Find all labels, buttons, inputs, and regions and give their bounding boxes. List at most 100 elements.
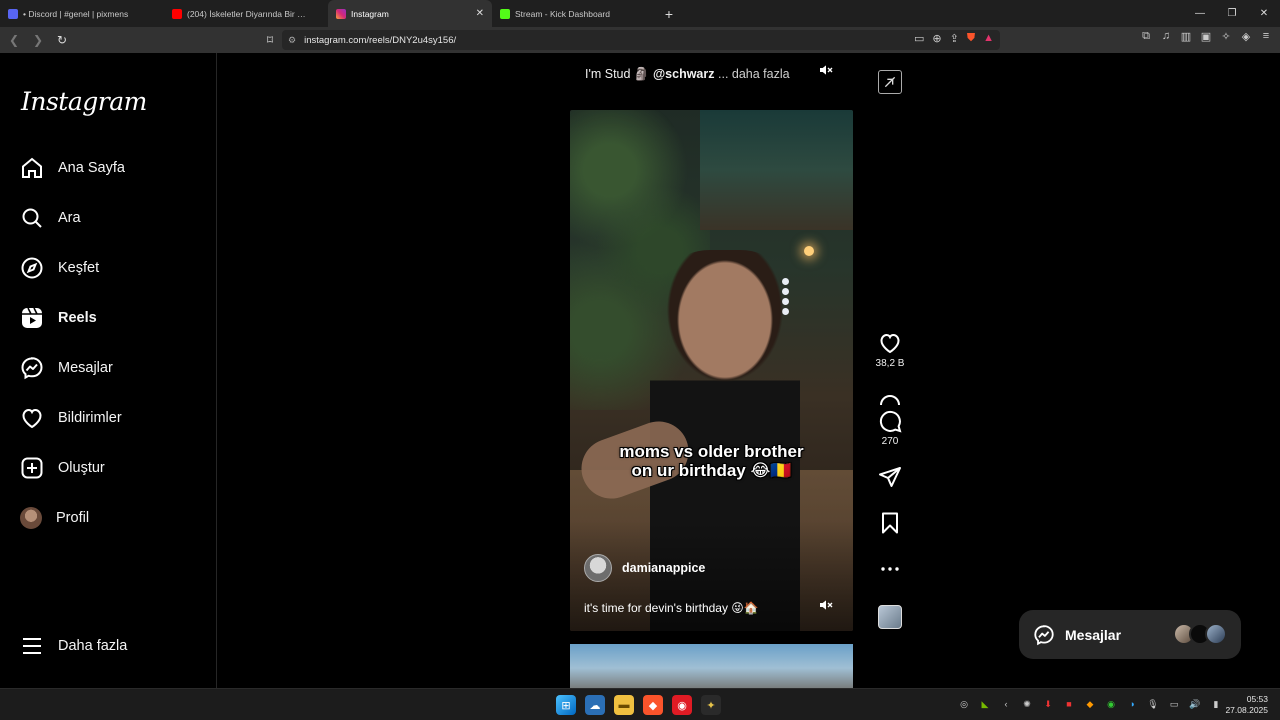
instagram-logo[interactable]: Instagram: [21, 87, 147, 116]
tray-app-icon[interactable]: ◑: [1126, 698, 1138, 710]
sidebar-item-messages[interactable]: Mesajlar: [20, 355, 113, 381]
tab-kick[interactable]: Stream - Kick Dashboard: [492, 0, 656, 27]
microphone-icon[interactable]: 🎙: [1147, 698, 1159, 710]
ellipsis-icon: [881, 567, 899, 571]
menu-icon[interactable]: ≡: [1260, 30, 1272, 43]
tray-app-icon[interactable]: ✺: [1021, 698, 1033, 710]
next-reel-preview[interactable]: [570, 644, 853, 688]
author-avatar[interactable]: [584, 554, 612, 582]
author-username[interactable]: damianappice: [622, 561, 705, 575]
tab-title: • Discord | #genel | pixmens: [23, 8, 129, 19]
reels-feed: I'm Stud 🗿 @schwarz ... daha fazla moms …: [218, 53, 1280, 688]
share-button[interactable]: [876, 465, 904, 489]
zoom-icon[interactable]: ⊕: [932, 32, 941, 45]
leo-icon[interactable]: ✧: [1220, 30, 1232, 43]
muted-speaker-icon[interactable]: [818, 597, 834, 613]
volume-icon[interactable]: 🔊: [1189, 698, 1201, 710]
more-link[interactable]: ... daha fazla: [718, 67, 790, 81]
instagram-icon: [336, 8, 346, 19]
app-icon[interactable]: ✦: [701, 695, 721, 715]
sidebar-item-reels[interactable]: Reels: [20, 305, 97, 331]
messages-pill-label: Mesajlar: [1065, 626, 1122, 643]
brave-browser-icon[interactable]: ◆: [643, 695, 663, 715]
site-settings-icon[interactable]: ⚙: [288, 35, 296, 46]
hamburger-menu-icon: [23, 638, 41, 654]
minimize-icon[interactable]: —: [1184, 0, 1216, 27]
file-explorer-icon[interactable]: ▬: [614, 695, 634, 715]
tray-app-icon[interactable]: ■: [1063, 698, 1075, 710]
sidebar-icon[interactable]: ▥: [1180, 30, 1192, 43]
bookmark-icon: [882, 512, 898, 534]
avatar: [1205, 623, 1227, 645]
tray-app-icon[interactable]: ⬇: [1042, 698, 1054, 710]
sidebar-item-more[interactable]: Daha fazla: [20, 633, 127, 659]
messages-pill[interactable]: Mesajlar: [1019, 610, 1241, 659]
cast-icon[interactable]: ▭: [914, 32, 924, 45]
tab-youtube[interactable]: (204) İskeletler Diyarında Bir Et Pa: [164, 0, 328, 27]
share-icon[interactable]: ⇪: [950, 32, 959, 45]
paper-plane-icon: [879, 467, 901, 487]
youtube-icon: [172, 8, 182, 19]
kick-icon: [500, 8, 510, 19]
red-app-icon[interactable]: ◉: [672, 695, 692, 715]
original-audio-thumbnail[interactable]: [878, 605, 902, 629]
bookmark-icon[interactable]: ⌑: [260, 30, 280, 50]
back-icon[interactable]: ❮: [4, 30, 24, 50]
sidebar-item-create[interactable]: Oluştur: [20, 455, 105, 481]
network-icon[interactable]: ▭: [1168, 698, 1180, 710]
music-icon[interactable]: ♫: [1160, 30, 1172, 43]
overlay-line: on ur birthday 😂🇷🇴: [631, 461, 792, 480]
avatar: [20, 507, 42, 529]
vpn-icon[interactable]: ◈: [1240, 30, 1252, 43]
wallet-icon[interactable]: ▣: [1200, 30, 1212, 43]
sidebar-item-label: Profil: [56, 510, 90, 526]
close-icon[interactable]: ✕: [476, 8, 484, 19]
widgets-icon[interactable]: ☁: [585, 695, 605, 715]
sidebar-item-explore[interactable]: Keşfet: [20, 255, 99, 281]
sidebar-item-home[interactable]: Ana Sayfa: [20, 155, 125, 181]
save-button[interactable]: [876, 511, 904, 535]
video-background: [700, 110, 853, 230]
comment-count: 270: [881, 436, 899, 447]
sidebar-item-notifications[interactable]: Bildirimler: [20, 405, 122, 431]
brave-rewards-icon[interactable]: ▲: [983, 32, 994, 45]
nvidia-icon[interactable]: ◣: [979, 698, 991, 710]
chevron-left-icon[interactable]: ‹: [1000, 698, 1012, 710]
url-field[interactable]: ⚙ instagram.com/reels/DNY2u4sy156/ ▭ ⊕ ⇪…: [282, 30, 1000, 50]
reel-author[interactable]: damianappice: [584, 554, 705, 582]
caption-text: I'm Stud 🗿: [585, 67, 650, 81]
tray-app-icon[interactable]: ◎: [958, 698, 970, 710]
sidebar-item-profile[interactable]: Profil: [20, 505, 89, 531]
restore-icon[interactable]: ❐: [1216, 0, 1248, 27]
pip-toggle-button[interactable]: [878, 70, 902, 94]
tab-discord[interactable]: • Discord | #genel | pixmens: [0, 0, 164, 27]
comment-button[interactable]: 270: [876, 409, 904, 447]
like-button[interactable]: 38,2 B: [876, 331, 904, 369]
video-overlay-text: moms vs older brother on ur birthday 😂🇷🇴: [570, 442, 853, 480]
comment-icon: [879, 410, 902, 433]
muted-speaker-icon[interactable]: [818, 62, 834, 78]
windows-start-icon[interactable]: ⊞: [556, 695, 576, 715]
browser-extensions: ⧉ ♫ ▥ ▣ ✧ ◈ ≡: [1140, 30, 1272, 43]
tray-app-icon[interactable]: ◆: [1084, 698, 1096, 710]
browser-tab-bar: • Discord | #genel | pixmens (204) İskel…: [0, 0, 1280, 27]
reel-video[interactable]: moms vs older brother on ur birthday 😂🇷🇴…: [570, 110, 853, 631]
close-window-icon[interactable]: ✕: [1248, 0, 1280, 27]
taskbar-clock[interactable]: 05:53 27.08.2025: [1225, 694, 1268, 716]
more-options-button[interactable]: [876, 557, 904, 581]
home-icon: [22, 157, 42, 178]
battery-icon[interactable]: ▮: [1210, 698, 1222, 710]
tab-instagram[interactable]: Instagram ✕: [328, 0, 492, 27]
new-tab-button[interactable]: +: [656, 0, 682, 27]
reel-caption: it's time for devin's birthday 😜🏠: [584, 601, 759, 615]
forward-icon[interactable]: ❯: [28, 30, 48, 50]
sidebar-item-search[interactable]: Ara: [20, 205, 81, 231]
screenshot-icon[interactable]: ⧉: [1140, 30, 1152, 43]
clock-date: 27.08.2025: [1225, 705, 1268, 715]
tray-app-icon[interactable]: ◉: [1105, 698, 1117, 710]
plus-square-icon: [21, 457, 43, 479]
reload-icon[interactable]: ↻: [52, 30, 72, 50]
brave-shield-icon[interactable]: ⛊: [967, 32, 975, 45]
discord-icon: [8, 8, 18, 19]
mention-link[interactable]: @schwarz: [653, 67, 715, 81]
